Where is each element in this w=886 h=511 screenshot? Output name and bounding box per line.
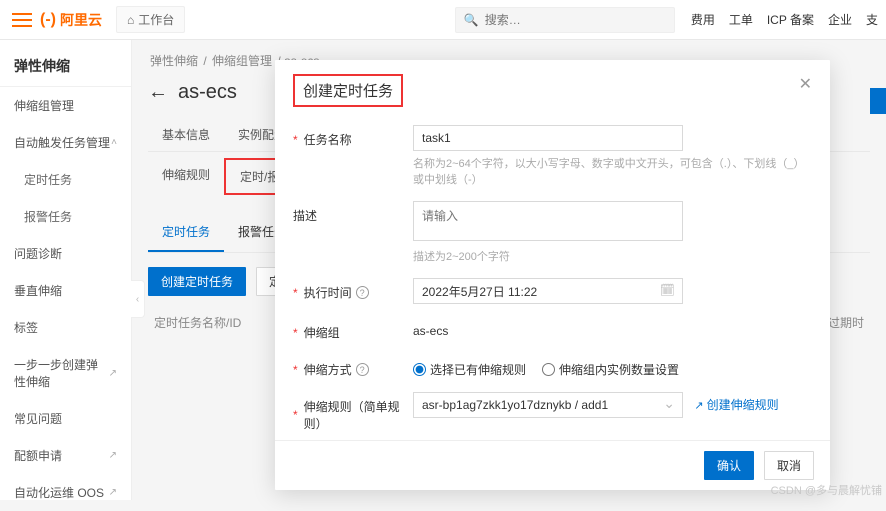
- watermark: CSDN @多与晨解忧铺: [771, 482, 882, 498]
- label-exec-time: 执行时间: [304, 284, 352, 301]
- exec-time-input[interactable]: [413, 278, 683, 304]
- label-task-name: 任务名称: [304, 131, 352, 148]
- desc-hint: 描述为2~200个字符: [413, 248, 812, 264]
- task-name-input[interactable]: [413, 125, 683, 151]
- desc-textarea[interactable]: [413, 201, 683, 241]
- label-group: 伸缩组: [304, 324, 340, 341]
- task-name-hint: 名称为2~64个字符，以大小写字母、数字或中文开头，可包含（.）、下划线（_）或…: [413, 155, 812, 187]
- create-rule-link[interactable]: 创建伸缩规则: [694, 398, 778, 412]
- label-desc: 描述: [293, 207, 317, 224]
- modal-title: 创建定时任务: [293, 74, 403, 107]
- help-icon[interactable]: ?: [356, 363, 369, 376]
- create-timed-task-modal: 创建定时任务 ✕ *任务名称 名称为2~64个字符，以大小写字母、数字或中文开头…: [275, 60, 830, 490]
- method-radio-count[interactable]: 伸缩组内实例数量设置: [542, 361, 679, 378]
- rule-select[interactable]: [413, 392, 683, 418]
- method-radio-existing[interactable]: 选择已有伸缩规则: [413, 361, 526, 378]
- modal-cancel-button[interactable]: 取消: [764, 451, 814, 480]
- modal-confirm-button[interactable]: 确认: [704, 451, 754, 480]
- label-method: 伸缩方式: [304, 361, 352, 378]
- label-rule: 伸缩规则（简单规则）: [304, 398, 413, 432]
- group-value: as-ecs: [413, 318, 812, 338]
- modal-close-button[interactable]: ✕: [799, 74, 812, 94]
- help-icon[interactable]: ?: [356, 286, 369, 299]
